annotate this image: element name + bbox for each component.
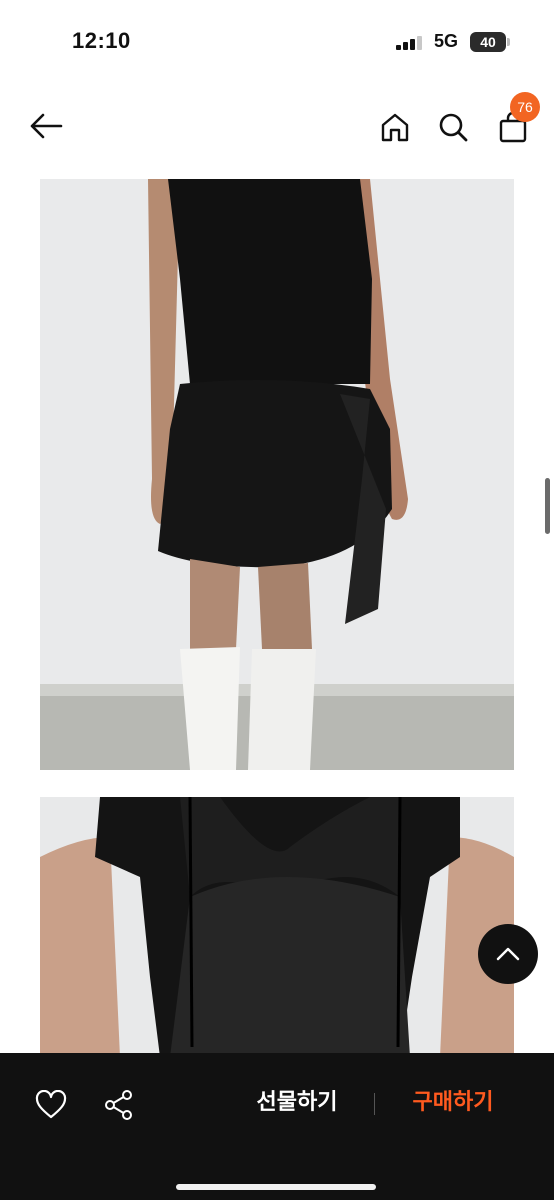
arrow-left-icon xyxy=(30,113,63,139)
search-button[interactable] xyxy=(432,106,474,148)
product-photo-slip-top xyxy=(40,797,514,1057)
home-button[interactable] xyxy=(374,106,416,148)
network-type: 5G xyxy=(434,31,459,51)
battery-level: 40 xyxy=(470,32,506,52)
product-image[interactable] xyxy=(40,797,514,1057)
battery-icon xyxy=(507,38,510,46)
bottom-action-bar: 선물하기 구매하기 xyxy=(0,1053,554,1200)
home-indicator xyxy=(176,1184,376,1190)
back-button[interactable] xyxy=(24,108,68,144)
heart-icon xyxy=(35,1090,67,1119)
share-icon xyxy=(105,1090,132,1120)
like-button[interactable] xyxy=(30,1084,72,1126)
product-image[interactable] xyxy=(40,179,514,770)
gift-button[interactable]: 선물하기 xyxy=(232,1081,362,1125)
share-button[interactable] xyxy=(98,1084,140,1126)
scroll-to-top-button[interactable] xyxy=(478,924,538,984)
scroll-indicator[interactable] xyxy=(545,478,550,534)
buy-button[interactable]: 구매하기 xyxy=(388,1081,518,1125)
home-icon xyxy=(381,113,409,142)
signal-icon xyxy=(396,36,424,50)
divider xyxy=(374,1093,375,1115)
top-navigation xyxy=(0,90,554,162)
status-time: 12:10 xyxy=(72,28,131,53)
product-photo-skirt xyxy=(40,179,514,770)
search-icon xyxy=(439,113,468,142)
chevron-up-icon xyxy=(496,947,520,961)
status-bar: 12:10 5G 40 xyxy=(0,0,554,80)
cart-count-badge: 76 xyxy=(510,92,540,122)
